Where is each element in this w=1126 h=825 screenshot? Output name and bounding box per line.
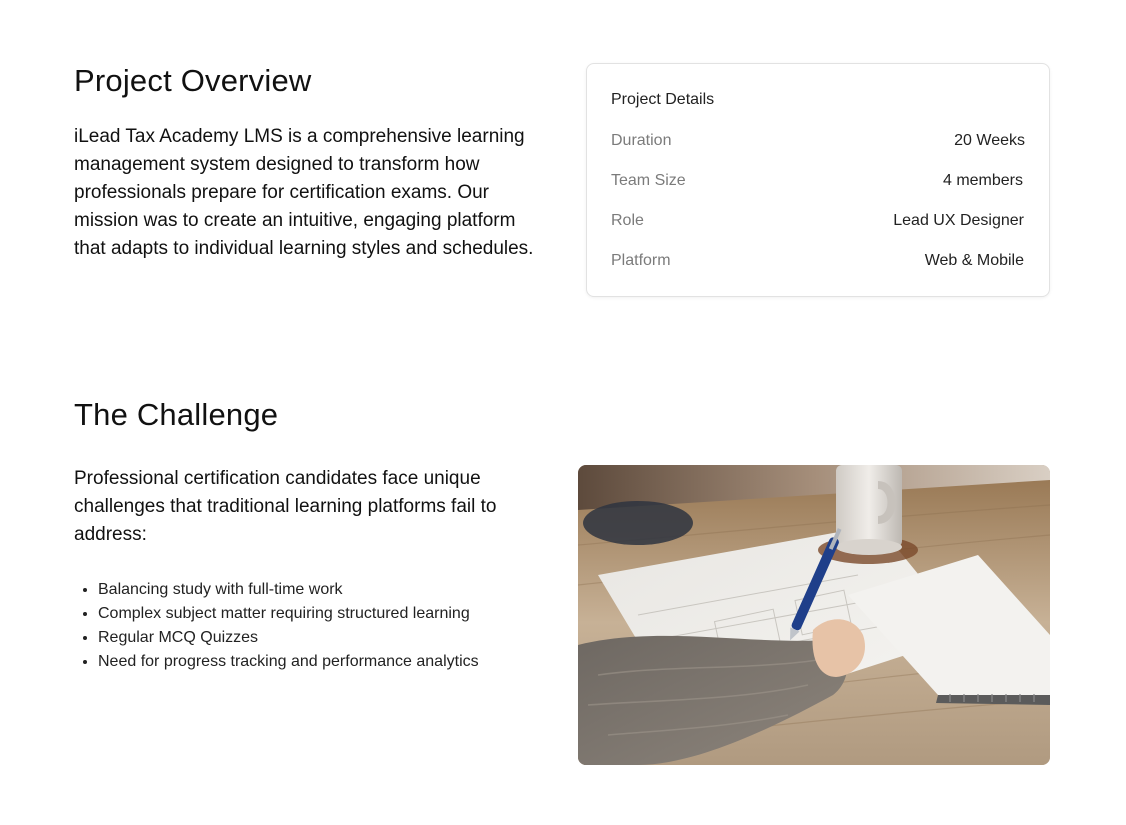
list-item-text: Need for progress tracking and performan… [98, 653, 479, 670]
list-item: Regular MCQ Quizzes [74, 626, 479, 650]
detail-label: Duration [611, 132, 672, 149]
detail-row-platform: Platform Web & Mobile [611, 250, 1025, 272]
project-overview-heading: Project Overview [74, 63, 312, 98]
project-overview-description: iLead Tax Academy LMS is a comprehensive… [74, 126, 534, 259]
list-item: Complex subject matter requiring structu… [74, 602, 479, 626]
project-details-title: Project Details [611, 91, 715, 108]
challenge-description: Professional certification candidates fa… [74, 468, 497, 545]
detail-value: 4 members [942, 172, 1023, 189]
list-item-text: Balancing study with full-time work [98, 581, 343, 598]
detail-row-team-size: Team Size 4 members [611, 170, 1025, 192]
writing-photo-illustration [578, 465, 1050, 765]
challenge-photo [578, 465, 1050, 765]
detail-label: Platform [611, 252, 671, 269]
list-item-text: Regular MCQ Quizzes [98, 629, 259, 646]
detail-row-duration: Duration 20 Weeks [611, 130, 1025, 152]
challenge-list: Balancing study with full-time work Comp… [74, 578, 479, 674]
list-item: Balancing study with full-time work [74, 578, 479, 602]
list-item: Need for progress tracking and performan… [74, 650, 479, 674]
detail-label: Role [611, 212, 644, 229]
bullet-icon [83, 660, 87, 664]
bullet-icon [83, 588, 87, 592]
bullet-icon [83, 612, 87, 616]
bullet-icon [83, 636, 87, 640]
project-details-card: Project Details Duration 20 Weeks Team S… [586, 63, 1050, 297]
detail-value: Web & Mobile [924, 252, 1024, 269]
list-item-text: Complex subject matter requiring structu… [98, 605, 470, 622]
detail-label: Team Size [611, 172, 686, 189]
detail-row-role: Role Lead UX Designer [611, 210, 1025, 232]
detail-value: Lead UX Designer [893, 212, 1024, 229]
challenge-heading: The Challenge [74, 397, 279, 432]
detail-value: 20 Weeks [954, 132, 1025, 149]
